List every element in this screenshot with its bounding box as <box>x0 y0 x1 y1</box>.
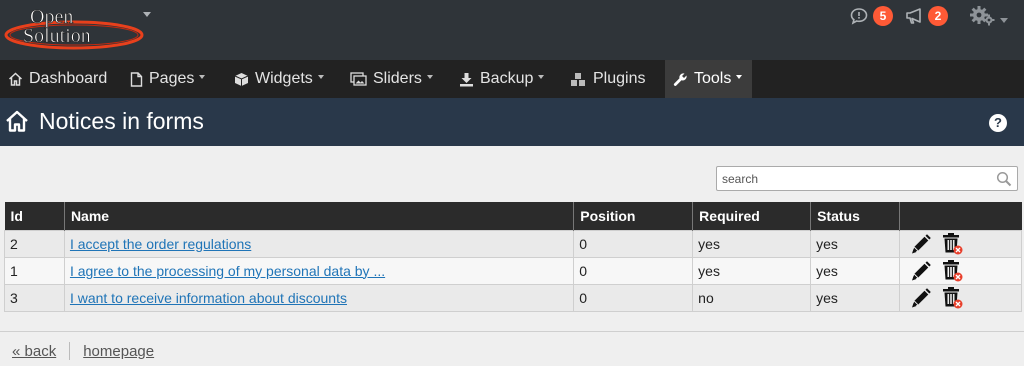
table-row: 2 I accept the order regulations 0 yes y… <box>4 229 1022 258</box>
nav-plugins[interactable]: Plugins <box>570 60 645 98</box>
edit-pencil-icon[interactable] <box>910 233 932 255</box>
search-input[interactable] <box>717 167 987 190</box>
cell-name: I want to receive information about disc… <box>63 283 575 312</box>
brand-dropdown-caret[interactable] <box>143 12 151 17</box>
nav-tools-caret <box>736 75 743 79</box>
cell-actions <box>899 283 1022 312</box>
table-row: 3 I want to receive information about di… <box>4 283 1022 312</box>
col-header-status[interactable]: Status <box>810 202 901 230</box>
cell-status: yes <box>810 256 901 285</box>
col-header-required[interactable]: Required <box>692 202 812 230</box>
cell-required: yes <box>692 229 812 258</box>
page-title: Notices in forms <box>39 108 204 134</box>
homepage-link[interactable]: homepage <box>83 343 154 360</box>
cell-position: 0 <box>573 283 694 312</box>
announcements-button[interactable]: 2 <box>905 6 948 26</box>
nav-dashboard-label: Dashboard <box>29 70 108 87</box>
main-nav: Dashboard Pages Widgets Sliders Backup P… <box>0 60 1024 98</box>
back-link[interactable]: « back <box>12 343 56 360</box>
nav-sliders[interactable]: Sliders <box>350 60 433 98</box>
top-bar: Open Solution 5 2 <box>0 0 1024 60</box>
cubes-icon <box>570 72 587 87</box>
search-icon[interactable] <box>996 171 1012 192</box>
delete-trash-icon[interactable] <box>940 259 964 283</box>
cell-position: 0 <box>573 229 694 258</box>
page-header: Notices in forms <box>0 98 1024 146</box>
notice-link[interactable]: I accept the order regulations <box>70 236 251 252</box>
col-header-actions <box>899 202 1022 230</box>
messages-badge: 5 <box>873 6 893 26</box>
settings-caret <box>1000 18 1008 23</box>
cell-name: I agree to the processing of my personal… <box>63 256 575 285</box>
cell-status: yes <box>810 229 901 258</box>
home-icon[interactable] <box>5 110 29 137</box>
cell-position: 0 <box>573 256 694 285</box>
nav-plugins-label: Plugins <box>593 70 646 87</box>
nav-sliders-caret <box>426 75 433 79</box>
nav-pages-caret <box>199 75 206 79</box>
search-box <box>716 166 1018 191</box>
download-icon <box>459 72 474 87</box>
edit-pencil-icon[interactable] <box>910 287 932 309</box>
cell-name: I accept the order regulations <box>63 229 575 258</box>
announcements-badge: 2 <box>928 6 948 26</box>
nav-widgets-caret <box>317 75 324 79</box>
delete-trash-icon[interactable] <box>940 286 964 310</box>
nav-dashboard[interactable]: Dashboard <box>8 60 107 98</box>
cell-required: no <box>692 283 812 312</box>
notices-table: Id Name Position Required Status 2 I acc… <box>4 202 1022 312</box>
help-icon[interactable]: ? <box>989 114 1007 132</box>
nav-pages-label: Pages <box>149 70 195 87</box>
wrench-icon <box>673 72 688 87</box>
table-row: 1 I agree to the processing of my person… <box>4 256 1022 285</box>
col-header-name[interactable]: Name <box>64 202 575 230</box>
cell-id: 2 <box>4 229 65 258</box>
footer-divider <box>0 331 1024 332</box>
notice-link[interactable]: I want to receive information about disc… <box>70 290 347 306</box>
col-header-id[interactable]: Id <box>4 202 65 230</box>
nav-backup-caret <box>538 75 545 79</box>
brand-logo[interactable]: Open Solution <box>4 2 144 56</box>
nav-tools-label: Tools <box>694 70 732 87</box>
gear-icon <box>970 5 996 32</box>
cube-icon <box>234 72 249 87</box>
settings-menu[interactable] <box>970 5 1008 32</box>
cell-id: 1 <box>4 256 65 285</box>
cell-actions <box>899 229 1022 258</box>
cell-actions <box>899 256 1022 285</box>
col-header-position[interactable]: Position <box>573 202 694 230</box>
home-icon <box>8 72 23 86</box>
nav-pages[interactable]: Pages <box>130 60 206 98</box>
nav-widgets-label: Widgets <box>255 70 313 87</box>
nav-sliders-label: Sliders <box>373 70 422 87</box>
nav-widgets[interactable]: Widgets <box>234 60 324 98</box>
footer-separator <box>69 342 71 360</box>
footer-links: « back homepage <box>12 342 154 360</box>
messages-button[interactable]: 5 <box>850 6 893 26</box>
nav-backup[interactable]: Backup <box>459 60 545 98</box>
cell-required: yes <box>692 256 812 285</box>
images-icon <box>350 72 367 86</box>
notice-link[interactable]: I agree to the processing of my personal… <box>70 263 385 279</box>
table-header-row: Id Name Position Required Status <box>4 202 1022 230</box>
cell-id: 3 <box>4 283 65 312</box>
nav-backup-label: Backup <box>480 70 534 87</box>
brand-line2: Solution <box>23 25 91 47</box>
file-icon <box>130 71 143 87</box>
comment-icon <box>850 7 868 25</box>
megaphone-icon <box>905 7 923 25</box>
delete-trash-icon[interactable] <box>940 232 964 256</box>
nav-tools[interactable]: Tools <box>665 60 752 98</box>
edit-pencil-icon[interactable] <box>910 260 932 282</box>
cell-status: yes <box>810 283 901 312</box>
